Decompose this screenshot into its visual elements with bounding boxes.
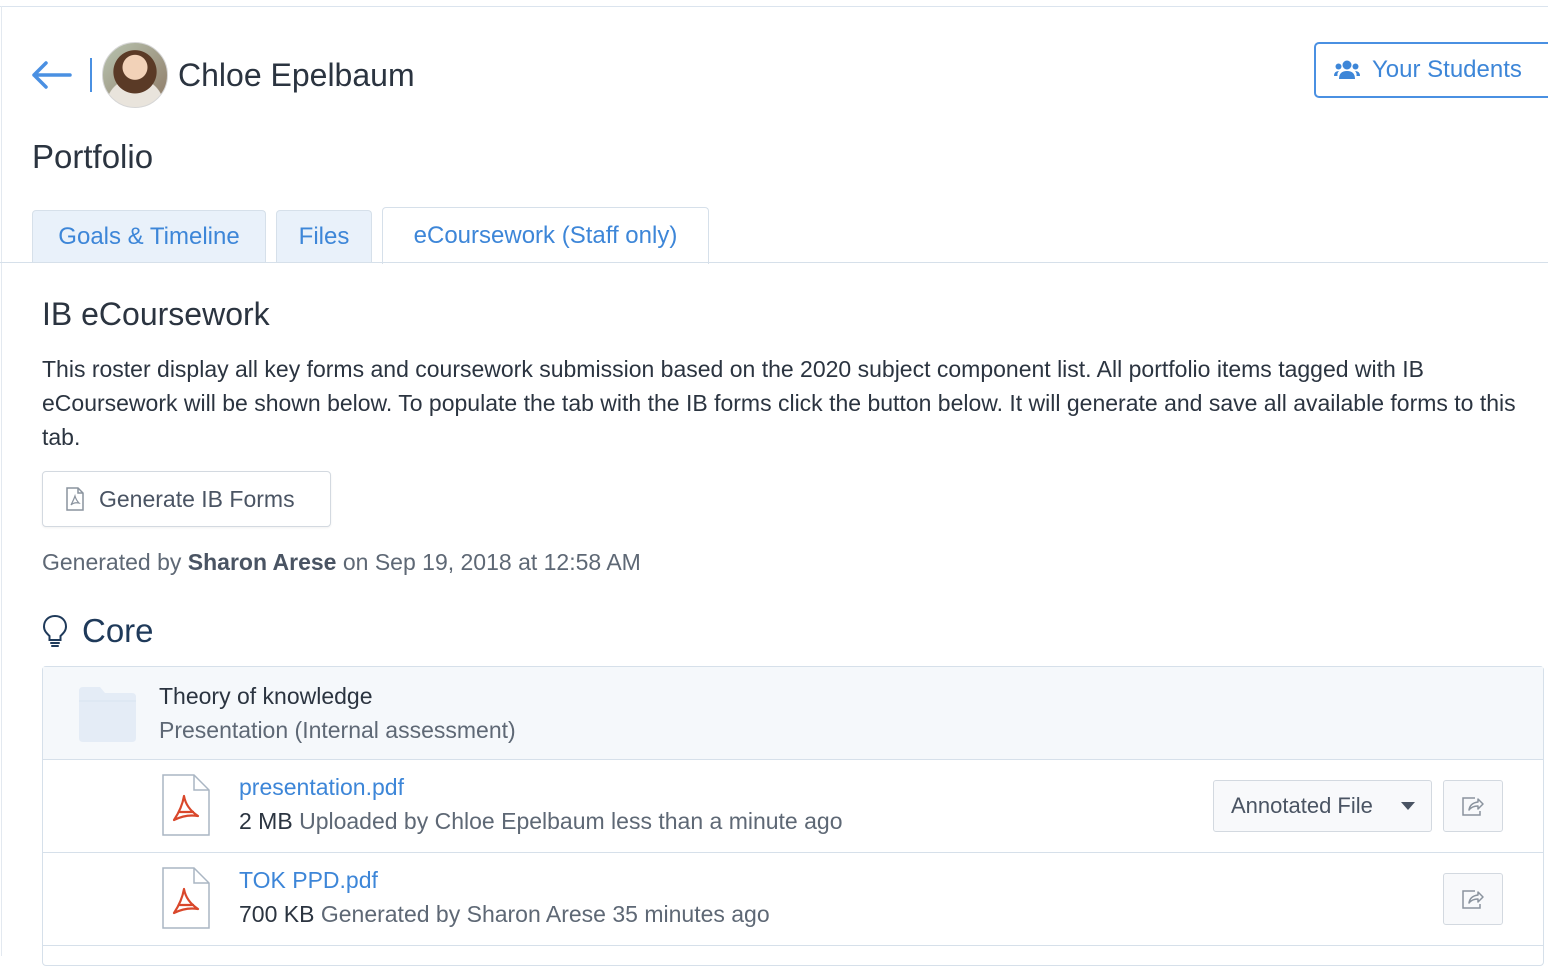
file-meta: 2 MB Uploaded by Chloe Epelbaum less tha… xyxy=(239,808,843,835)
tabs-divider xyxy=(0,262,1548,263)
student-header: Chloe Epelbaum xyxy=(30,40,415,110)
file-size: 700 KB xyxy=(239,901,315,927)
file-type-label: Annotated File xyxy=(1231,793,1373,818)
file-meta: 700 KB Generated by Sharon Arese 35 minu… xyxy=(239,901,770,928)
back-arrow-icon[interactable] xyxy=(30,55,74,95)
file-row: TOK PPD.pdf 700 KB Generated by Sharon A… xyxy=(43,853,1543,946)
file-name-link[interactable]: TOK PPD.pdf xyxy=(239,867,378,894)
file-size: 2 MB xyxy=(239,808,293,834)
your-students-button[interactable]: Your Students xyxy=(1314,42,1548,98)
left-border xyxy=(1,6,2,956)
lightbulb-icon xyxy=(42,614,68,647)
pdf-icon xyxy=(162,774,210,836)
chevron-down-icon xyxy=(1401,802,1415,810)
folder-icon xyxy=(79,687,136,742)
tab-files[interactable]: Files xyxy=(276,210,372,263)
tab-ecoursework[interactable]: eCoursework (Staff only) xyxy=(382,207,709,264)
section-title: IB eCoursework xyxy=(42,296,270,332)
student-name: Chloe Epelbaum xyxy=(178,56,415,93)
users-icon xyxy=(1334,60,1360,79)
share-button[interactable] xyxy=(1443,873,1503,925)
file-type-dropdown[interactable]: Annotated File xyxy=(1213,780,1432,832)
generated-date: on Sep 19, 2018 at 12:58 AM xyxy=(342,549,641,575)
generated-prefix: Generated by xyxy=(42,549,182,575)
tab-goals-timeline[interactable]: Goals & Timeline xyxy=(32,210,266,263)
header-divider xyxy=(90,58,92,92)
your-students-label: Your Students xyxy=(1372,56,1522,83)
page-title: Portfolio xyxy=(32,138,154,175)
core-component-header: Theory of knowledge Presentation (Intern… xyxy=(43,667,1543,760)
generate-ib-forms-button[interactable]: Generate IB Forms xyxy=(42,471,331,527)
pdf-icon xyxy=(162,867,210,929)
core-component: Presentation (Internal assessment) xyxy=(159,717,516,743)
core-heading-label: Core xyxy=(82,612,154,649)
pdf-file-icon xyxy=(66,487,84,511)
file-name-link[interactable]: presentation.pdf xyxy=(239,774,404,801)
share-icon xyxy=(1462,797,1484,816)
share-icon xyxy=(1462,890,1484,909)
file-row: presentation.pdf 2 MB Uploaded by Chloe … xyxy=(43,760,1543,853)
student-avatar xyxy=(102,42,168,108)
file-upload-info: Generated by Sharon Arese 35 minutes ago xyxy=(320,901,770,927)
top-border xyxy=(0,6,1548,7)
generate-ib-forms-label: Generate IB Forms xyxy=(99,485,295,512)
core-subject: Theory of knowledge xyxy=(159,683,373,709)
generated-by-name: Sharon Arese xyxy=(187,549,337,575)
file-upload-info: Uploaded by Chloe Epelbaum less than a m… xyxy=(299,808,843,834)
section-description: This roster display all key forms and co… xyxy=(42,356,1516,450)
core-heading: Core xyxy=(42,612,154,650)
generated-info: Generated by Sharon Arese on Sep 19, 201… xyxy=(42,549,641,576)
core-panel: Theory of knowledge Presentation (Intern… xyxy=(42,666,1544,966)
share-button[interactable] xyxy=(1443,780,1503,832)
